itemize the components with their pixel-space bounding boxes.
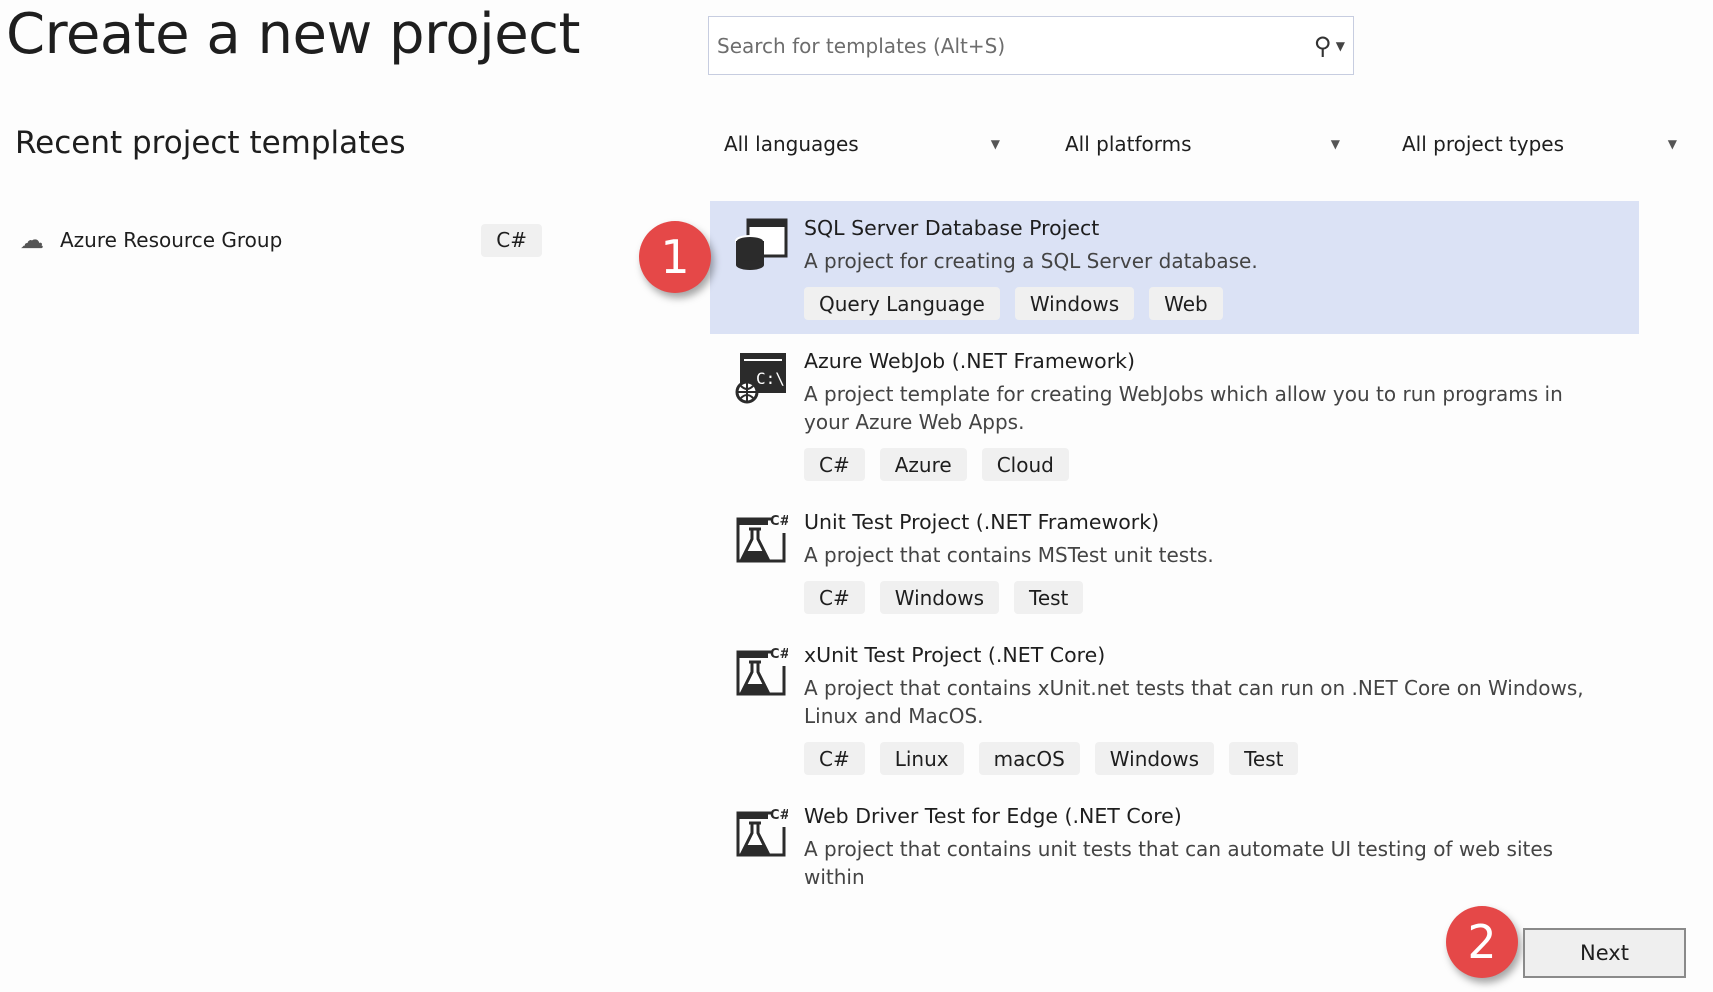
template-tag: C# [804, 581, 865, 614]
cloud-icon: ☁ [20, 226, 44, 254]
project-type-filter[interactable]: All project types ▼ [1402, 128, 1677, 160]
template-title: Unit Test Project (.NET Framework) [804, 510, 1160, 534]
template-tag: Query Language [804, 287, 1000, 320]
template-tags: C# Windows Test [804, 581, 1639, 614]
template-tags: Query Language Windows Web [804, 287, 1639, 320]
project-type-filter-value: All project types [1402, 132, 1565, 156]
chevron-down-icon[interactable]: ▼ [1336, 39, 1345, 53]
test-flask-icon: C# [734, 511, 791, 565]
template-tag: Azure [879, 448, 967, 481]
template-item[interactable]: C# Unit Test Project (.NET Framework) A pr… [710, 495, 1639, 628]
recent-templates-heading: Recent project templates [15, 125, 406, 161]
template-tag: Cloud [981, 448, 1069, 481]
search-box[interactable]: ⚲ ▼ [708, 16, 1354, 75]
svg-text:C:\: C:\ [756, 369, 785, 388]
template-description: A project that contains MSTest unit test… [804, 543, 1214, 567]
template-tags: C# Azure Cloud [804, 448, 1639, 481]
template-item[interactable]: C# Web Driver Test for Edge (.NET Core) A … [710, 789, 1639, 890]
template-tag: Windows [1094, 742, 1215, 775]
chevron-down-icon: ▼ [1330, 137, 1340, 151]
chevron-down-icon: ▼ [1667, 137, 1677, 151]
database-icon [734, 217, 788, 271]
template-description: A project that contains unit tests that … [804, 837, 1554, 889]
webjob-console-icon: C:\ [734, 350, 788, 404]
template-item[interactable]: SQL Server Database Project A project for… [710, 201, 1639, 334]
template-tag: Test [1229, 742, 1299, 775]
template-description: A project template for creating WebJobs … [804, 382, 1563, 434]
svg-text:C#: C# [770, 647, 788, 662]
next-button[interactable]: Next [1523, 928, 1686, 978]
page-title: Create a new project [6, 2, 580, 67]
template-description: A project that contains xUnit.net tests … [804, 676, 1584, 728]
template-tag: C# [804, 448, 865, 481]
language-filter[interactable]: All languages ▼ [724, 128, 1000, 160]
recent-template-name: Azure Resource Group [60, 228, 283, 252]
template-tag: Web [1149, 287, 1223, 320]
language-filter-value: All languages [724, 132, 859, 156]
step-1-badge: 1 [639, 221, 711, 293]
template-item[interactable]: C# xUnit Test Project (.NET Core) A projec… [710, 628, 1639, 789]
template-title: Azure WebJob (.NET Framework) [804, 349, 1136, 373]
template-tag: Windows [1014, 287, 1135, 320]
template-title: Web Driver Test for Edge (.NET Core) [804, 804, 1182, 828]
svg-text:C#: C# [770, 808, 788, 823]
test-flask-icon: C# [734, 805, 791, 859]
step-2-badge: 2 [1446, 906, 1518, 978]
template-tags: C# Linux macOS Windows Test [804, 742, 1639, 775]
template-tag: Test [1014, 581, 1084, 614]
template-tag: Linux [879, 742, 964, 775]
template-title: SQL Server Database Project [804, 216, 1100, 240]
template-tag: C# [804, 742, 865, 775]
language-tag: C# [481, 223, 542, 257]
template-list[interactable]: SQL Server Database Project A project for… [710, 201, 1639, 890]
test-flask-icon: C# [734, 644, 791, 698]
platform-filter[interactable]: All platforms ▼ [1065, 128, 1340, 160]
template-tag: macOS [978, 742, 1080, 775]
platform-filter-value: All platforms [1065, 132, 1192, 156]
search-input[interactable] [717, 33, 1315, 58]
svg-text:C#: C# [770, 514, 788, 529]
search-icon[interactable]: ⚲ [1314, 32, 1332, 60]
template-item[interactable]: C:\ Azure WebJob (.NET Framework) A projec… [710, 334, 1639, 495]
template-title: xUnit Test Project (.NET Core) [804, 643, 1106, 667]
chevron-down-icon: ▼ [990, 137, 1000, 151]
template-tag: Windows [879, 581, 1000, 614]
recent-template-item[interactable]: ☁ Azure Resource Group C# [20, 222, 550, 258]
template-description: A project for creating a SQL Server data… [804, 249, 1258, 273]
